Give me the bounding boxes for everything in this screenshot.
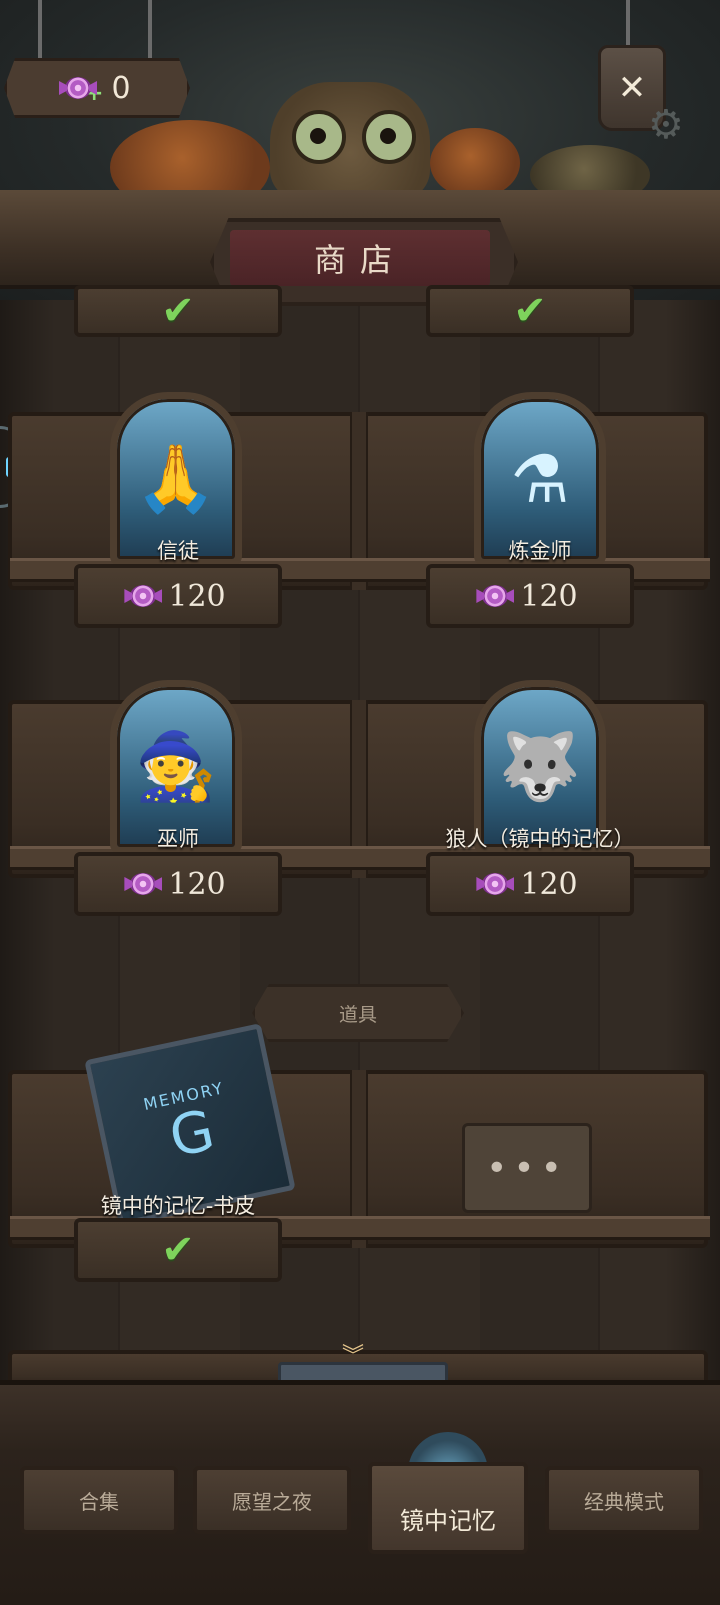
price-button[interactable]: 120	[426, 564, 634, 628]
candy-icon	[482, 873, 509, 895]
tab-label: 经典模式	[584, 1489, 664, 1514]
owl-eye	[292, 110, 346, 164]
item-name: 镜中的记忆-书皮	[100, 1194, 256, 1218]
role-name: 巫师	[157, 827, 199, 851]
price-button[interactable]: 120	[74, 564, 282, 628]
page-title: 商店	[230, 230, 490, 286]
tab-classic-mode[interactable]: 经典模式	[545, 1466, 703, 1534]
hanging-chain	[148, 0, 152, 60]
swirl-icon: G	[163, 1097, 220, 1171]
candy-count: 0	[111, 70, 131, 106]
role-name: 炼金师	[508, 539, 572, 563]
owned-plate: ✔	[74, 1218, 282, 1282]
role-name: 信徒	[157, 539, 199, 563]
tab-mirror-memory[interactable]: 镜中记忆	[368, 1462, 528, 1554]
role-name: 狼人（镜中的记忆）	[445, 827, 635, 851]
price-value: 120	[168, 866, 226, 902]
candy-icon	[65, 77, 91, 99]
more-items-card[interactable]: •••	[462, 1123, 592, 1213]
candy-icon	[482, 585, 509, 607]
price-value: 120	[520, 578, 578, 614]
tab-label: 镜中记忆	[400, 1507, 496, 1535]
check-icon: ✔	[513, 288, 547, 334]
check-icon: ✔	[161, 1227, 195, 1273]
pumpkin-decoration	[430, 128, 520, 198]
price-button[interactable]: 120	[426, 852, 634, 916]
tab-wish-night[interactable]: 愿望之夜	[193, 1466, 351, 1534]
candy-icon	[130, 585, 157, 607]
price-value: 120	[168, 578, 226, 614]
owned-plate: ✔	[74, 285, 282, 337]
check-icon: ✔	[161, 288, 195, 334]
gear-icon: ⚙	[648, 102, 684, 148]
tab-label: 愿望之夜	[232, 1489, 312, 1514]
wizard-hat-icon: 🧙	[134, 728, 218, 805]
section-header-props: 道具	[252, 984, 464, 1042]
owl-mascot	[270, 82, 430, 200]
potion-icon: ⚗	[510, 440, 570, 518]
tab-collection[interactable]: 合集	[20, 1466, 178, 1534]
wolf-icon: 🐺	[498, 728, 582, 805]
price-value: 120	[520, 866, 578, 902]
candy-icon	[130, 873, 157, 895]
ellipsis-icon: •••	[486, 1147, 568, 1189]
hanging-chain	[38, 0, 42, 60]
hanging-chain	[626, 0, 630, 48]
owl-eye	[362, 110, 416, 164]
expand-down-icon[interactable]: ︾	[338, 1346, 368, 1368]
praying-hands-icon: 🙏	[134, 440, 218, 517]
close-icon: ✕	[617, 68, 647, 108]
owned-plate: ✔	[426, 285, 634, 337]
price-button[interactable]: 120	[74, 852, 282, 916]
candy-balance-panel[interactable]: + 0	[4, 58, 190, 118]
tab-label: 合集	[79, 1489, 119, 1514]
